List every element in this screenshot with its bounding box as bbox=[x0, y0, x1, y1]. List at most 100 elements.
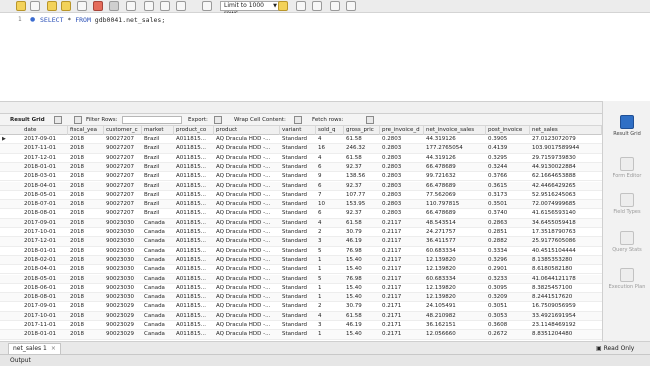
cell-post-invoice-discount-pct[interactable]: 0.3740 bbox=[486, 209, 530, 218]
cell-sold-quantity[interactable]: 1 bbox=[316, 293, 344, 302]
cell-customer-code[interactable]: 90027207 bbox=[104, 182, 142, 191]
cell-fiscal-year[interactable]: 2018 bbox=[68, 256, 104, 265]
tab-net-sales[interactable]: net_sales 1 × bbox=[8, 343, 61, 354]
table-row[interactable]: 2017-09-01 2018 90023030 Canada A011815... AQ… bbox=[0, 218, 602, 228]
table-row[interactable]: 2017-10-01 2018 90023030 Canada A011815... AQ… bbox=[0, 228, 602, 238]
cell-net-invoice-sales[interactable]: 44.319126 bbox=[424, 154, 486, 163]
cell-product-code[interactable]: A011815... bbox=[174, 163, 214, 172]
cell-market[interactable]: Brazil bbox=[142, 172, 174, 181]
cell-net-sales[interactable]: 29.7159739830 bbox=[530, 154, 602, 163]
table-row[interactable]: 2018-01-01 2018 90027207 Brazil A011815... AQ… bbox=[0, 162, 602, 173]
cell-fiscal-year[interactable]: 2018 bbox=[68, 219, 104, 228]
cell-product-code[interactable]: A011815... bbox=[174, 330, 214, 339]
cell-product-code[interactable]: A011815... bbox=[174, 191, 214, 200]
cell-fiscal-year[interactable]: 2018 bbox=[68, 330, 104, 339]
cell-pre-invoice-discount-pct[interactable]: 0.2117 bbox=[380, 265, 424, 274]
cell-product[interactable]: AQ Dracula HDD -... bbox=[214, 247, 280, 256]
cell-sold-quantity[interactable]: 1 bbox=[316, 265, 344, 274]
cell-net-invoice-sales[interactable]: 48.210982 bbox=[424, 312, 486, 321]
limit-rows-select[interactable]: Limit to 1000 rows▼ bbox=[220, 1, 280, 17]
cell-product-code[interactable]: A011815... bbox=[174, 321, 214, 330]
cell-net-invoice-sales[interactable]: 36.411577 bbox=[424, 237, 486, 246]
toggle-output-icon[interactable] bbox=[202, 1, 212, 11]
cell-product[interactable]: AQ Dracula HDD -... bbox=[214, 237, 280, 246]
table-row[interactable]: 2018-01-01 2018 90023029 Canada A011815... AQ… bbox=[0, 330, 602, 340]
table-row[interactable]: 2018-05-01 2018 90023030 Canada A011815... AQ… bbox=[0, 274, 602, 284]
cell-sold-quantity[interactable]: 2 bbox=[316, 302, 344, 311]
wrap-lines-icon[interactable] bbox=[346, 1, 356, 11]
result-grid-label[interactable]: Result Grid bbox=[10, 114, 45, 126]
cell-product-code[interactable]: A011815... bbox=[174, 209, 214, 218]
cell-sold-quantity[interactable]: 1 bbox=[316, 330, 344, 339]
cell-net-sales[interactable]: 23.1148469192 bbox=[530, 321, 602, 330]
cell-net-invoice-sales[interactable]: 12.056660 bbox=[424, 330, 486, 339]
cell-sold-quantity[interactable]: 5 bbox=[316, 275, 344, 284]
cell-fiscal-year[interactable]: 2018 bbox=[68, 182, 104, 191]
export-icon[interactable] bbox=[214, 116, 222, 124]
cell-sold-quantity[interactable]: 6 bbox=[316, 163, 344, 172]
table-row[interactable]: ▶ 2017-09-01 2018 90027207 Brazil A011815... A… bbox=[0, 135, 602, 145]
cell-fiscal-year[interactable]: 2018 bbox=[68, 302, 104, 311]
cell-market[interactable]: Canada bbox=[142, 321, 174, 330]
cell-variant[interactable]: Standard bbox=[280, 247, 316, 256]
cell-net-sales[interactable]: 33.4921691954 bbox=[530, 312, 602, 321]
cell-post-invoice-discount-pct[interactable]: 0.2901 bbox=[486, 265, 530, 274]
cell-product[interactable]: AQ Dracula HDD -... bbox=[214, 182, 280, 191]
cell-date[interactable]: 2018-07-01 bbox=[22, 200, 68, 209]
cell-sold-quantity[interactable]: 4 bbox=[316, 135, 344, 144]
result-grid-side-button[interactable]: Result Grid bbox=[607, 115, 647, 137]
cell-net-sales[interactable]: 34.6455059418 bbox=[530, 219, 602, 228]
cell-sold-quantity[interactable]: 4 bbox=[316, 312, 344, 321]
cell-fiscal-year[interactable]: 2018 bbox=[68, 321, 104, 330]
cell-date[interactable]: 2017-12-01 bbox=[22, 237, 68, 246]
cell-net-invoice-sales[interactable]: 99.721632 bbox=[424, 172, 486, 181]
cell-market[interactable]: Canada bbox=[142, 219, 174, 228]
cell-customer-code[interactable]: 90023030 bbox=[104, 293, 142, 302]
table-row[interactable]: 2018-06-01 2018 90023030 Canada A011815... AQ… bbox=[0, 284, 602, 294]
cell-product-code[interactable]: A011815... bbox=[174, 256, 214, 265]
cell-product-code[interactable]: A011815... bbox=[174, 144, 214, 153]
cell-gross-price[interactable]: 76.98 bbox=[344, 275, 380, 284]
column-header-net-sales[interactable]: net_sales bbox=[530, 126, 602, 135]
cell-date[interactable]: 2018-08-01 bbox=[22, 293, 68, 302]
cell-fiscal-year[interactable]: 2018 bbox=[68, 200, 104, 209]
cell-customer-code[interactable]: 90027207 bbox=[104, 209, 142, 218]
cell-date[interactable]: 2018-04-01 bbox=[22, 182, 68, 191]
cell-pre-invoice-discount-pct[interactable]: 0.2117 bbox=[380, 284, 424, 293]
cell-date[interactable]: 2017-10-01 bbox=[22, 228, 68, 237]
table-row[interactable]: 2017-10-01 2018 90023029 Canada A011815... AQ… bbox=[0, 311, 602, 321]
cell-date[interactable]: 2017-09-01 bbox=[22, 135, 68, 144]
cell-market[interactable]: Brazil bbox=[142, 163, 174, 172]
column-header-customer-code[interactable]: customer_c bbox=[104, 126, 142, 135]
cell-product-code[interactable]: A011815... bbox=[174, 172, 214, 181]
close-icon[interactable]: × bbox=[51, 345, 56, 352]
cell-post-invoice-discount-pct[interactable]: 0.2863 bbox=[486, 219, 530, 228]
execution-plan-side-button[interactable]: Execution Plan bbox=[607, 268, 647, 290]
cell-net-sales[interactable]: 8.2441517620 bbox=[530, 293, 602, 302]
cell-pre-invoice-discount-pct[interactable]: 0.2117 bbox=[380, 228, 424, 237]
cell-post-invoice-discount-pct[interactable]: 0.3905 bbox=[486, 135, 530, 144]
cell-market[interactable]: Canada bbox=[142, 237, 174, 246]
table-row[interactable]: 2018-08-01 2018 90023030 Canada A011815... AQ… bbox=[0, 293, 602, 303]
cell-gross-price[interactable]: 46.19 bbox=[344, 321, 380, 330]
wrap-cell-icon[interactable] bbox=[294, 116, 302, 124]
cell-customer-code[interactable]: 90027207 bbox=[104, 172, 142, 181]
cell-net-sales[interactable]: 44.9130022884 bbox=[530, 163, 602, 172]
cell-net-invoice-sales[interactable]: 12.139820 bbox=[424, 293, 486, 302]
cell-market[interactable]: Brazil bbox=[142, 182, 174, 191]
cell-post-invoice-discount-pct[interactable]: 0.3173 bbox=[486, 191, 530, 200]
cell-net-sales[interactable]: 17.3518790763 bbox=[530, 228, 602, 237]
cell-gross-price[interactable]: 30.79 bbox=[344, 228, 380, 237]
cell-pre-invoice-discount-pct[interactable]: 0.2171 bbox=[380, 321, 424, 330]
beautify-icon[interactable] bbox=[278, 1, 288, 11]
column-header-fiscal-year[interactable]: fiscal_yea bbox=[68, 126, 104, 135]
cell-customer-code[interactable]: 90027207 bbox=[104, 144, 142, 153]
cell-market[interactable]: Brazil bbox=[142, 200, 174, 209]
cell-date[interactable]: 2018-01-01 bbox=[22, 163, 68, 172]
cell-variant[interactable]: Standard bbox=[280, 312, 316, 321]
cell-post-invoice-discount-pct[interactable]: 0.3244 bbox=[486, 163, 530, 172]
cell-market[interactable]: Brazil bbox=[142, 135, 174, 144]
cell-product[interactable]: AQ Dracula HDD -... bbox=[214, 135, 280, 144]
cell-date[interactable]: 2018-01-01 bbox=[22, 247, 68, 256]
cell-customer-code[interactable]: 90023030 bbox=[104, 256, 142, 265]
